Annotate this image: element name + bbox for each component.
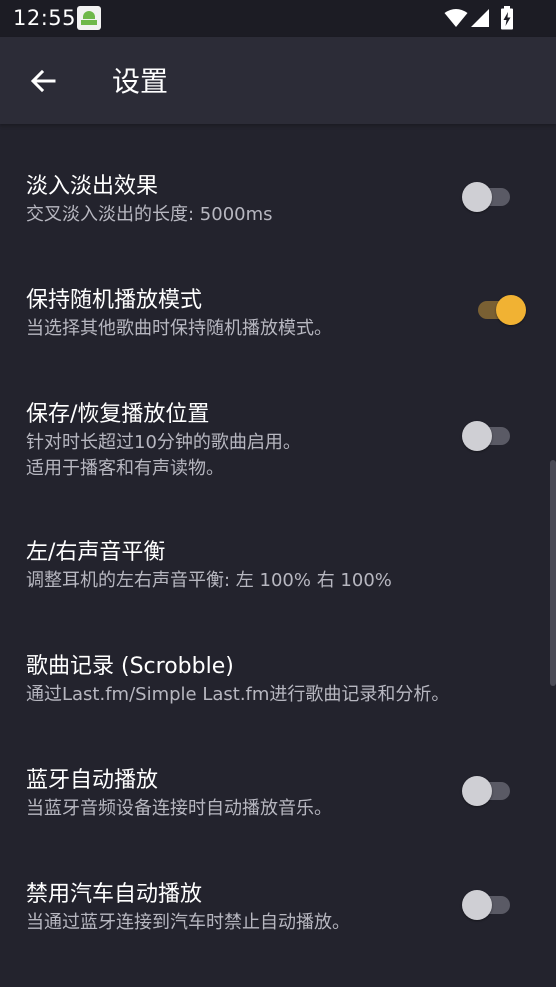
scrollbar[interactable] bbox=[550, 460, 556, 686]
pref-summary: 交叉淡入淡出的长度: 5000ms bbox=[26, 204, 273, 225]
disable-car-autoplay-switch[interactable] bbox=[462, 890, 514, 920]
pref-scrobble[interactable]: 歌曲记录 (Scrobble) 通过Last.fm/Simple Last.fm… bbox=[0, 638, 556, 728]
crossfade-switch[interactable] bbox=[462, 182, 514, 212]
pref-keep-shuffle[interactable]: 保持随机播放模式 当选择其他歌曲时保持随机播放模式。 bbox=[0, 272, 556, 362]
page-title: 设置 bbox=[112, 65, 169, 98]
pref-summary: 通过Last.fm/Simple Last.fm进行歌曲记录和分析。 bbox=[26, 684, 450, 705]
pref-crossfade[interactable]: 淡入淡出效果 交叉淡入淡出的长度: 5000ms bbox=[0, 158, 556, 248]
battery-charging-icon bbox=[501, 6, 513, 30]
pref-title: 左/右声音平衡 bbox=[26, 540, 166, 565]
pref-summary: 针对时长超过10分钟的歌曲启用。 bbox=[26, 432, 301, 453]
app-bar: 设置 bbox=[0, 37, 556, 124]
pref-title: 淡入淡出效果 bbox=[26, 174, 159, 199]
pref-summary: 当通过蓝牙连接到汽车时禁止自动播放。 bbox=[26, 912, 350, 933]
wifi-icon bbox=[444, 9, 468, 27]
pref-title: 蓝牙自动播放 bbox=[26, 768, 159, 793]
pref-title: 保持随机播放模式 bbox=[26, 288, 203, 313]
arrow-left-icon bbox=[30, 69, 56, 93]
status-time: 12:55 bbox=[13, 6, 77, 30]
pref-save-restore-position[interactable]: 保存/恢复播放位置 针对时长超过10分钟的歌曲启用。 适用于播客和有声读物。 bbox=[0, 386, 556, 496]
app-notification-icon bbox=[77, 6, 101, 30]
keep-shuffle-switch[interactable] bbox=[474, 295, 526, 325]
pref-summary: 调整耳机的左右声音平衡: 左 100% 右 100% bbox=[26, 570, 392, 591]
pref-title: 歌曲记录 (Scrobble) bbox=[26, 654, 234, 679]
save-restore-position-switch[interactable] bbox=[462, 421, 514, 451]
pref-disable-car-autoplay[interactable]: 禁用汽车自动播放 当通过蓝牙连接到汽车时禁止自动播放。 bbox=[0, 866, 556, 956]
status-bar: 12:55 bbox=[0, 0, 556, 37]
settings-list: 淡入淡出效果 交叉淡入淡出的长度: 5000ms 保持随机播放模式 当选择其他歌… bbox=[0, 124, 556, 987]
pref-summary: 当蓝牙音频设备连接时自动播放音乐。 bbox=[26, 798, 332, 819]
pref-summary-line2: 适用于播客和有声读物。 bbox=[26, 458, 224, 479]
pref-title: 禁用汽车自动播放 bbox=[26, 882, 203, 907]
pref-sound-balance[interactable]: 左/右声音平衡 调整耳机的左右声音平衡: 左 100% 右 100% bbox=[0, 524, 556, 614]
pref-title: 保存/恢复播放位置 bbox=[26, 402, 210, 427]
signal-icon bbox=[471, 9, 489, 27]
pref-summary: 当选择其他歌曲时保持随机播放模式。 bbox=[26, 318, 332, 339]
bluetooth-autoplay-switch[interactable] bbox=[462, 776, 514, 806]
pref-bluetooth-autoplay[interactable]: 蓝牙自动播放 当蓝牙音频设备连接时自动播放音乐。 bbox=[0, 752, 556, 842]
back-button[interactable] bbox=[22, 59, 66, 103]
